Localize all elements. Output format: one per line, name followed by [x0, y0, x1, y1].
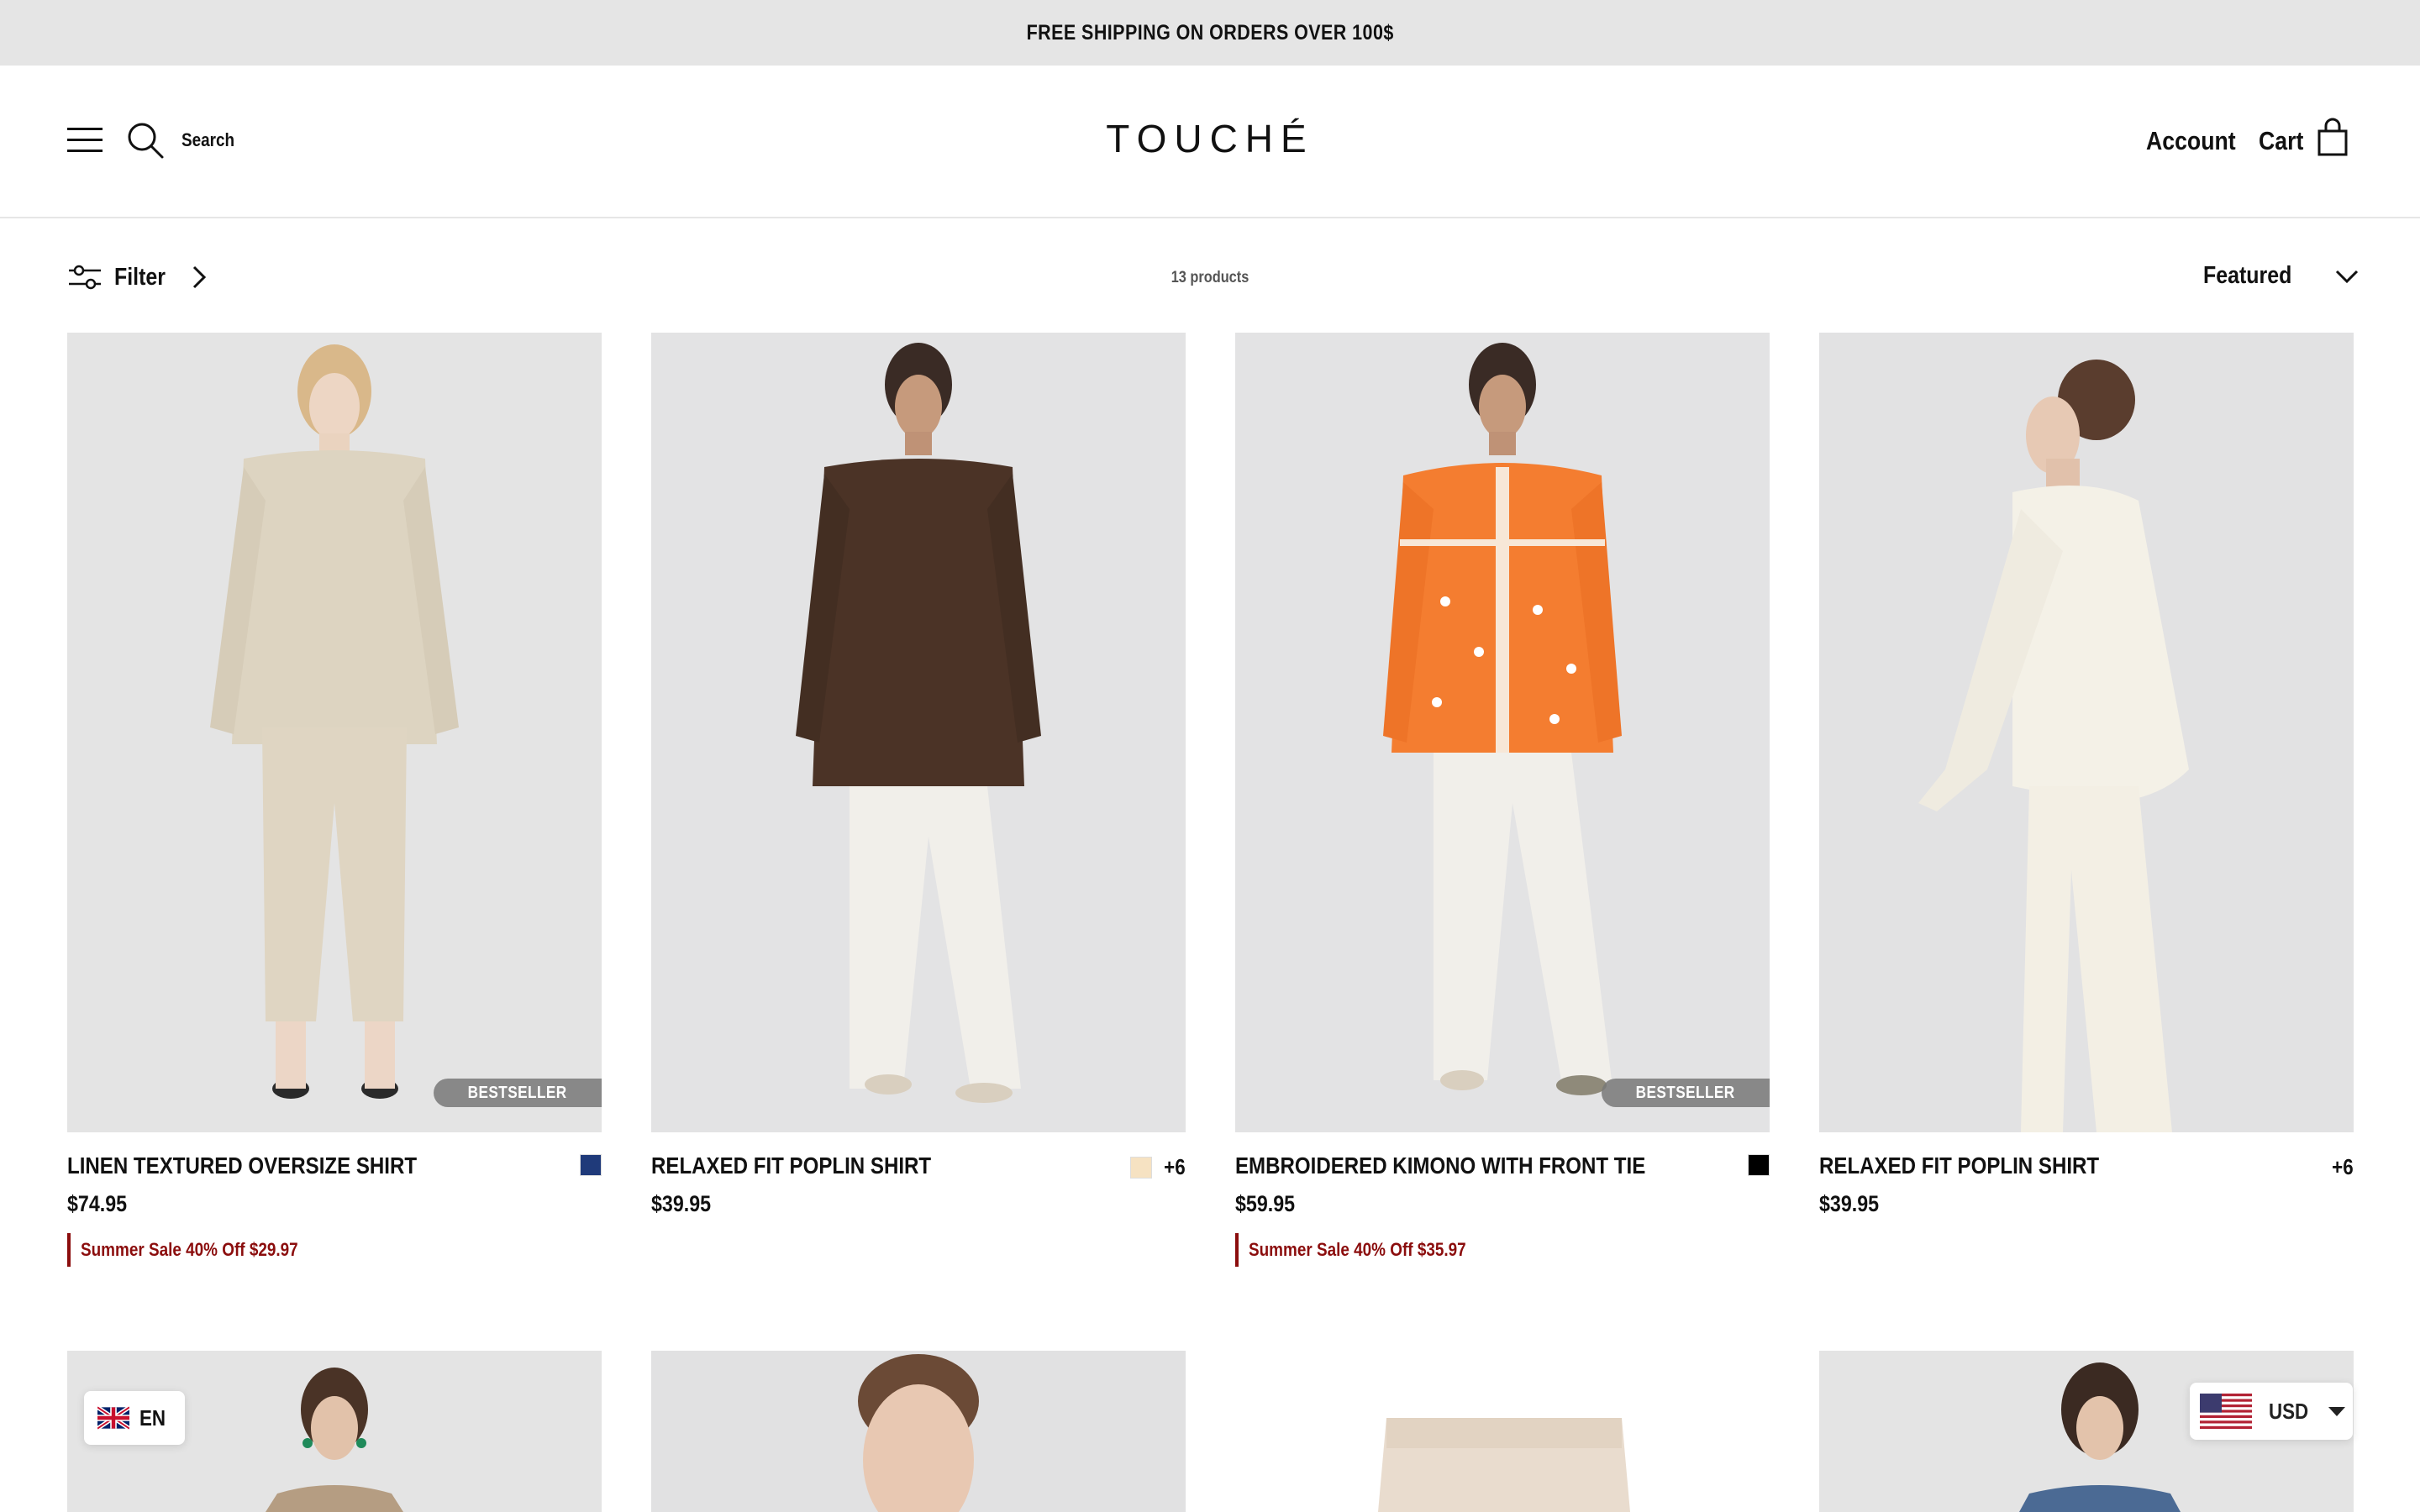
site-header: Search TOUCHÉ Account Cart: [0, 66, 2420, 218]
bestseller-badge: BESTSELLER: [434, 1079, 602, 1107]
filter-sliders-icon: [69, 265, 101, 290]
product-image[interactable]: BESTSELLER: [1235, 333, 1770, 1132]
chevron-right-icon: [192, 265, 207, 289]
color-swatch[interactable]: [1748, 1154, 1770, 1176]
filter-label: Filter: [114, 263, 166, 291]
caret-down-icon: [2328, 1406, 2345, 1416]
sort-label: Featured: [2203, 262, 2292, 289]
menu-icon[interactable]: [67, 126, 103, 155]
site-logo[interactable]: TOUCHÉ: [1106, 116, 1313, 161]
product-image[interactable]: [651, 1351, 1186, 1512]
account-link[interactable]: Account: [2146, 126, 2250, 156]
language-code: EN: [139, 1404, 166, 1431]
product-image[interactable]: [651, 333, 1186, 1132]
search-button[interactable]: Search: [126, 121, 243, 160]
product-card[interactable]: BESTSELLER LINEN TEXTURED OVERSIZE SHIRT…: [67, 333, 602, 1267]
product-card[interactable]: [651, 1351, 1186, 1512]
product-title[interactable]: RELAXED FIT POPLIN SHIRT: [1819, 1152, 2144, 1179]
product-card[interactable]: RELAXED FIT POPLIN SHIRT +6 $39.95: [1819, 333, 2354, 1228]
uk-flag-icon: [97, 1406, 129, 1430]
sort-dropdown[interactable]: Featured: [2203, 262, 2360, 290]
color-swatches: +6: [2320, 1154, 2354, 1180]
currency-selector[interactable]: USD: [2190, 1383, 2353, 1440]
search-label: Search: [182, 129, 235, 150]
product-image[interactable]: [1235, 1351, 1770, 1512]
bestseller-badge: BESTSELLER: [1602, 1079, 1770, 1107]
shopping-bag-icon[interactable]: [2316, 118, 2349, 158]
account-label: Account: [2146, 126, 2236, 155]
more-colors[interactable]: +6: [2332, 1154, 2354, 1180]
us-flag-icon: [2200, 1394, 2252, 1429]
product-price: $39.95: [651, 1191, 712, 1216]
cart-link[interactable]: Cart: [2259, 126, 2311, 156]
sale-price: Summer Sale 40% Off $29.97: [67, 1233, 602, 1267]
currency-code: USD: [2269, 1398, 2309, 1424]
color-swatch[interactable]: [1130, 1156, 1153, 1179]
product-price: $74.95: [67, 1191, 128, 1216]
announcement-bar: FREE SHIPPING ON ORDERS OVER 100$: [0, 0, 2420, 66]
product-title[interactable]: RELAXED FIT POPLIN SHIRT: [651, 1152, 976, 1179]
product-card[interactable]: RELAXED FIT POPLIN SHIRT +6 $39.95: [651, 333, 1186, 1228]
product-title[interactable]: LINEN TEXTURED OVERSIZE SHIRT: [67, 1152, 474, 1179]
product-card[interactable]: BESTSELLER EMBROIDERED KIMONO WITH FRONT…: [1235, 333, 1770, 1267]
sale-price: Summer Sale 40% Off $35.97: [1235, 1233, 1770, 1267]
product-title[interactable]: EMBROIDERED KIMONO WITH FRONT TIE: [1235, 1152, 1712, 1179]
product-count: 13 products: [1171, 269, 1249, 286]
language-selector[interactable]: EN: [84, 1391, 185, 1445]
chevron-down-icon: [2336, 270, 2359, 283]
collection-toolbar: Filter 13 products Featured: [0, 220, 2420, 329]
color-swatches: [571, 1154, 602, 1176]
product-image[interactable]: [1819, 333, 2354, 1132]
product-price: $59.95: [1235, 1191, 1296, 1216]
color-swatch[interactable]: [580, 1154, 602, 1176]
product-card[interactable]: [1235, 1351, 1770, 1512]
product-price: $39.95: [1819, 1191, 1880, 1216]
filter-button[interactable]: Filter: [67, 262, 208, 292]
search-icon: [128, 123, 164, 159]
color-swatches: +6: [1122, 1154, 1186, 1180]
color-swatches: [1739, 1154, 1770, 1176]
announcement-text: FREE SHIPPING ON ORDERS OVER 100$: [1026, 20, 1394, 45]
cart-label: Cart: [2259, 126, 2304, 155]
more-colors[interactable]: +6: [1164, 1154, 1186, 1180]
product-image[interactable]: BESTSELLER: [67, 333, 602, 1132]
